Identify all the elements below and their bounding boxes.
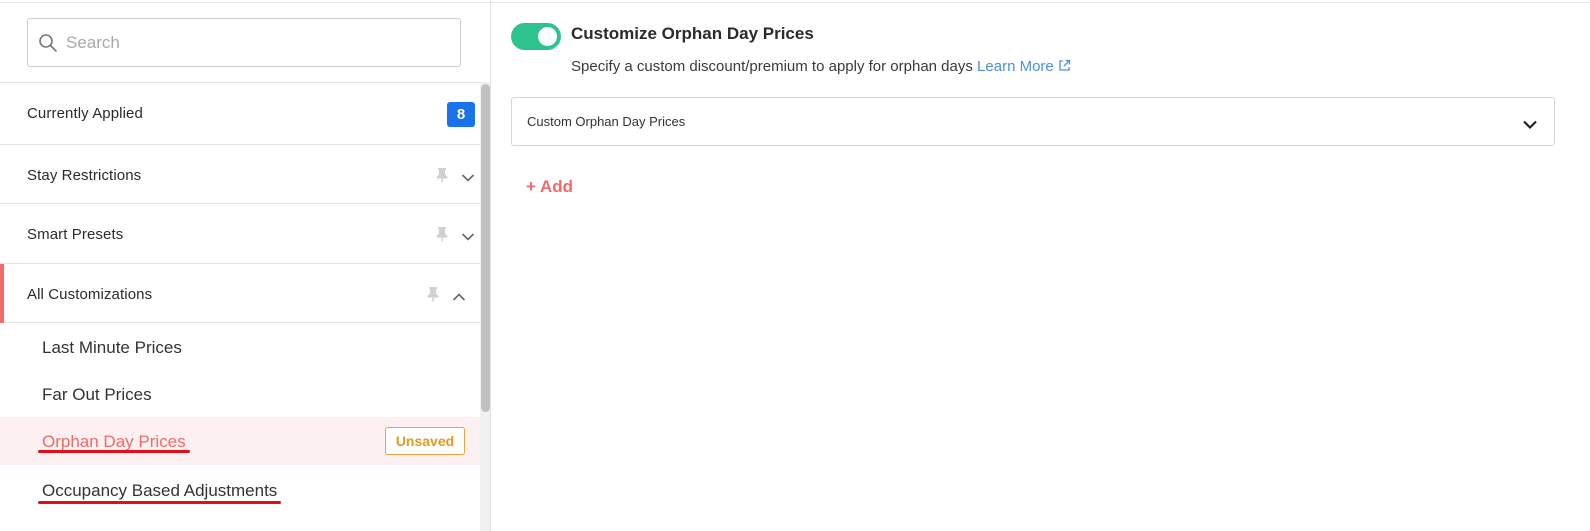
- pin-icon[interactable]: [435, 226, 449, 242]
- external-link-icon: [1058, 59, 1071, 72]
- search-input[interactable]: [66, 19, 456, 66]
- annotation-underline: [38, 501, 281, 504]
- pin-icon[interactable]: [426, 286, 440, 302]
- description-text: Specify a custom discount/premium to app…: [571, 58, 973, 75]
- description: Specify a custom discount/premium to app…: [571, 58, 1071, 75]
- active-indicator: [0, 264, 4, 323]
- toggle-knob: [538, 27, 557, 46]
- chevron-down-icon: [1522, 117, 1538, 130]
- list-item-label: Last Minute Prices: [42, 338, 182, 357]
- section-currently-applied[interactable]: Currently Applied 8: [0, 82, 480, 144]
- unsaved-badge: Unsaved: [385, 427, 465, 455]
- page-title: Customize Orphan Day Prices: [571, 24, 814, 43]
- search-icon: [38, 33, 58, 53]
- list-item-far-out-prices[interactable]: Far Out Prices: [0, 370, 480, 418]
- section-title: Smart Presets: [27, 226, 124, 243]
- search-box[interactable]: [27, 18, 461, 67]
- annotation-underline: [38, 450, 190, 453]
- chevron-up-icon[interactable]: [452, 289, 466, 301]
- chevron-down-icon[interactable]: [461, 170, 475, 182]
- section-stay-restrictions[interactable]: Stay Restrictions: [0, 144, 480, 204]
- custom-prices-dropdown[interactable]: Custom Orphan Day Prices: [511, 97, 1555, 146]
- section-title: All Customizations: [27, 286, 153, 303]
- count-badge: 8: [447, 102, 475, 127]
- sidebar-scrollbar[interactable]: [480, 82, 490, 531]
- list-item-occupancy-based-adjustments[interactable]: Occupancy Based Adjustments: [0, 465, 480, 513]
- section-title: Currently Applied: [27, 105, 143, 122]
- add-button[interactable]: + Add: [526, 177, 573, 197]
- learn-more-link[interactable]: Learn More: [977, 58, 1071, 75]
- section-title: Stay Restrictions: [27, 167, 142, 184]
- dropdown-label: Custom Orphan Day Prices: [527, 114, 686, 129]
- pin-icon[interactable]: [435, 167, 449, 183]
- customize-toggle[interactable]: [511, 23, 561, 50]
- list-item-label: Far Out Prices: [42, 385, 152, 404]
- scrollbar-thumb[interactable]: [481, 84, 490, 412]
- list-item-last-minute-prices[interactable]: Last Minute Prices: [0, 324, 480, 372]
- list-item-label: Orphan Day Prices: [42, 432, 186, 451]
- section-all-customizations[interactable]: All Customizations: [0, 263, 480, 323]
- list-item-label: Occupancy Based Adjustments: [42, 481, 278, 500]
- sidebar: Currently Applied 8 Stay Restrictions Sm…: [0, 0, 491, 531]
- list-item-orphan-day-prices[interactable]: Orphan Day Prices Unsaved: [0, 417, 480, 465]
- section-smart-presets[interactable]: Smart Presets: [0, 203, 480, 263]
- learn-more-label: Learn More: [977, 58, 1054, 75]
- chevron-down-icon[interactable]: [461, 229, 475, 241]
